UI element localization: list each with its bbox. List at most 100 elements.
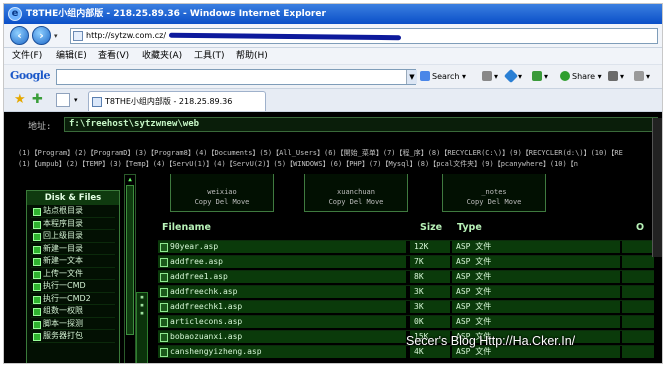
tab-list-dropdown-icon[interactable]: ▾: [74, 96, 78, 104]
column-filename[interactable]: Filename: [162, 222, 211, 233]
google-search-dropdown-icon[interactable]: ▼: [406, 70, 417, 84]
sidebar-item-new-text[interactable]: 新建一文本: [31, 255, 115, 268]
column-size[interactable]: Size: [420, 222, 442, 233]
file-extra-cell: [622, 286, 654, 298]
history-dropdown-icon[interactable]: ▾: [54, 32, 58, 40]
file-name[interactable]: addfree1.asp: [158, 271, 406, 283]
folder-item[interactable]: weixiao Copy Del Move: [170, 174, 274, 212]
add-favorite-icon[interactable]: ✚: [32, 92, 43, 107]
mail-button[interactable]: ▾: [532, 70, 548, 84]
file-type: ASP 文件: [452, 241, 620, 253]
tab-active[interactable]: T8THE小组内部版 - 218.25.89.36: [88, 91, 266, 111]
column-type[interactable]: Type: [457, 222, 482, 233]
watermark: Secer's Blog Http://Ha.Cker.In/: [406, 334, 576, 348]
webshell-page: 地址: f:\freehost\sytzwnew\web (1)【Program…: [4, 112, 662, 363]
folder-actions[interactable]: Copy Del Move: [305, 198, 407, 206]
folder-item[interactable]: _notes Copy Del Move: [442, 174, 546, 212]
menu-help[interactable]: 帮助(H): [236, 48, 268, 65]
google-search-input[interactable]: [56, 69, 416, 85]
file-type: ASP 文件: [452, 271, 620, 283]
menu-tools[interactable]: 工具(T): [194, 48, 225, 65]
sidebar-title: Disk & Files: [27, 191, 119, 205]
table-row[interactable]: articlecons.asp 0K ASP 文件: [158, 315, 654, 328]
file-name[interactable]: 90year.asp: [158, 241, 406, 253]
column-extra: O: [636, 222, 645, 233]
quick-tabs-icon[interactable]: [56, 93, 70, 107]
file-extra-cell: [622, 271, 654, 283]
menu-edit[interactable]: 编辑(E): [56, 48, 87, 65]
file-size: 3K: [410, 301, 450, 313]
tab-title: T8THE小组内部版 - 218.25.89.36: [105, 97, 233, 106]
file-type: ASP 文件: [452, 316, 620, 328]
share-button[interactable]: Share ▾: [560, 70, 602, 84]
sidebar-item-permissions[interactable]: 组数一权限: [31, 305, 115, 318]
sidebar-item-cmd[interactable]: 执行一CMD: [31, 280, 115, 293]
file-name[interactable]: canshengyizheng.asp: [158, 346, 406, 358]
vertical-tab-strip[interactable]: ▪ ▪ ▪: [136, 292, 148, 363]
table-row[interactable]: addfree1.asp 8K ASP 文件: [158, 270, 654, 283]
file-name[interactable]: addfree.asp: [158, 256, 406, 268]
shortcut-links-row-1[interactable]: (1)【Program】(2)【ProgramD】(3)【Program8】(4…: [18, 148, 658, 158]
file-name[interactable]: bobaozuanxi.asp: [158, 331, 406, 343]
favorites-star-icon[interactable]: ★: [14, 92, 26, 107]
sidebar-item-cmd2[interactable]: 执行一CMD2: [31, 293, 115, 305]
file-name[interactable]: articlecons.asp: [158, 316, 406, 328]
file-size: 12K: [410, 241, 450, 253]
left-scrollbar[interactable]: ▲: [124, 174, 136, 363]
menu-favorites[interactable]: 收藏夹(A): [142, 48, 182, 65]
page-icon: [73, 31, 83, 41]
scroll-thumb[interactable]: [126, 185, 134, 335]
google-logo-text: Google: [10, 69, 50, 82]
back-button[interactable]: ‹: [10, 26, 29, 45]
address-row: ‹ › ▾ http://sytzw.com.cz/: [4, 24, 662, 48]
file-extra-cell: [622, 241, 654, 253]
google-search-button[interactable]: Search ▾: [420, 70, 466, 84]
sidebar-item-script-probe[interactable]: 脚本一探测: [31, 318, 115, 330]
window-title: T8THE小组内部版 - 218.25.89.36 - Windows Inte…: [26, 9, 326, 19]
file-type: ASP 文件: [452, 256, 620, 268]
folder-name: _notes: [481, 188, 507, 196]
scroll-up-icon[interactable]: ▲: [126, 176, 134, 183]
file-name[interactable]: addfreechk1.asp: [158, 301, 406, 313]
menu-view[interactable]: 查看(V): [98, 48, 129, 65]
extra-tool-button[interactable]: ▾: [608, 70, 624, 84]
page-scrollbar[interactable]: [652, 118, 662, 257]
address-bar[interactable]: http://sytzw.com.cz/: [70, 28, 658, 44]
sidebar-item-upload[interactable]: 上传一文件: [31, 268, 115, 280]
sidebar-item-new-dir[interactable]: 新建一目录: [31, 243, 115, 255]
pagerank-button[interactable]: ▾: [482, 70, 498, 84]
table-row[interactable]: addfreechk.asp 3K ASP 文件: [158, 285, 654, 298]
share-label: Share: [572, 72, 596, 81]
file-extra-cell: [622, 346, 654, 358]
mail-icon: [532, 71, 542, 81]
file-extra-cell: [622, 256, 654, 268]
table-row[interactable]: addfreechk1.asp 3K ASP 文件: [158, 300, 654, 313]
folder-item[interactable]: xuanchuan Copy Del Move: [304, 174, 408, 212]
more-tools-button[interactable]: ▾: [634, 70, 650, 84]
table-row[interactable]: addfree.asp 7K ASP 文件: [158, 255, 654, 268]
bookmark-button[interactable]: ▾: [503, 68, 522, 84]
file-size: 7K: [410, 256, 450, 268]
file-type: ASP 文件: [452, 301, 620, 313]
folder-actions[interactable]: Copy Del Move: [171, 198, 273, 206]
google-toolbar: Google ▼ Search ▾ ▾ ▾ ▾ Share ▾ ▾ ▾: [4, 65, 662, 89]
share-icon: [560, 71, 570, 81]
sidebar-item-site-root[interactable]: 站点根目录: [31, 205, 115, 218]
table-row[interactable]: 90year.asp 12K ASP 文件: [158, 240, 654, 253]
ie-icon: e: [8, 7, 22, 21]
menu-file[interactable]: 文件(F): [12, 48, 42, 65]
folder-actions[interactable]: Copy Del Move: [443, 198, 545, 206]
sidebar-item-parent-dir[interactable]: 回上级目录: [31, 230, 115, 243]
tab-page-icon: [92, 97, 102, 107]
file-extra-cell: [622, 316, 654, 328]
file-name[interactable]: addfreechk.asp: [158, 286, 406, 298]
sidebar-item-pack[interactable]: 服务器打包: [31, 330, 115, 343]
path-input[interactable]: f:\freehost\sytzwnew\web: [64, 117, 658, 132]
forward-button[interactable]: ›: [32, 26, 51, 45]
file-extra-cell: [622, 331, 654, 343]
google-logo: Google: [10, 69, 50, 82]
file-list-panel: weixiao Copy Del Move xuanchuan Copy Del…: [150, 174, 654, 363]
folder-name: weixiao: [207, 188, 237, 196]
sidebar-item-program-dir[interactable]: 本程序目录: [31, 218, 115, 230]
shortcut-links-row-2[interactable]: (1)【umpub】(2)【TEMP】(3)【Temp】(4)【ServU(1)…: [18, 159, 658, 169]
